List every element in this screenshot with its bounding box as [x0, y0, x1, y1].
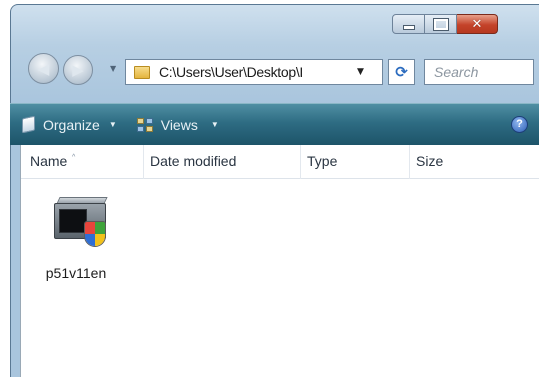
close-button[interactable]: ✕	[457, 14, 498, 34]
column-headers: ^ Name Date modified Type Size	[21, 145, 539, 179]
column-header-type[interactable]: Type	[301, 145, 410, 179]
organize-chevron-down-icon: ▼	[108, 120, 117, 129]
caption-buttons: ✕	[392, 14, 498, 34]
back-arrow-icon: ◀	[37, 59, 50, 78]
column-header-name[interactable]: ^ Name	[21, 145, 144, 179]
maximize-icon	[432, 17, 449, 31]
organize-label: Organize	[43, 116, 100, 133]
folder-icon	[134, 65, 150, 79]
column-header-size[interactable]: Size	[410, 145, 539, 179]
views-button[interactable]: Views ▼	[136, 116, 219, 133]
refresh-button[interactable]: ⟳	[388, 59, 415, 85]
organize-icon	[22, 115, 35, 134]
help-icon[interactable]: ?	[511, 116, 528, 133]
forward-arrow-icon: ▶	[72, 61, 84, 79]
setup-program-icon	[44, 193, 108, 253]
search-input[interactable]: Search	[424, 59, 534, 85]
address-path[interactable]: C:\Users\User\Desktop\I	[159, 64, 355, 80]
views-label: Views	[160, 116, 198, 133]
minimize-icon	[402, 24, 415, 30]
address-dropdown-icon[interactable]: ▼	[357, 67, 364, 77]
refresh-icon: ⟳	[395, 63, 408, 81]
recent-pages-dropdown[interactable]: ▼	[110, 64, 116, 73]
command-toolbar: Organize ▼ Views ▼ ?	[10, 103, 539, 145]
file-list-pane: ^ Name Date modified Type Size p51v11en	[20, 145, 539, 377]
minimize-button[interactable]	[392, 14, 425, 34]
close-icon: ✕	[471, 16, 483, 32]
file-item-label: p51v11en	[45, 265, 107, 281]
organize-button[interactable]: Organize ▼	[22, 115, 117, 134]
file-item[interactable]: p51v11en	[39, 193, 113, 281]
views-icon	[136, 117, 153, 132]
maximize-button[interactable]	[425, 14, 457, 34]
uac-shield-icon	[84, 221, 106, 247]
column-header-date-modified[interactable]: Date modified	[144, 145, 301, 179]
views-chevron-down-icon: ▼	[210, 120, 219, 129]
address-bar[interactable]: C:\Users\User\Desktop\I ▼	[125, 59, 383, 85]
forward-button[interactable]: ▶	[63, 55, 93, 85]
sort-ascending-icon: ^	[72, 154, 76, 161]
back-button[interactable]: ◀	[28, 53, 59, 84]
